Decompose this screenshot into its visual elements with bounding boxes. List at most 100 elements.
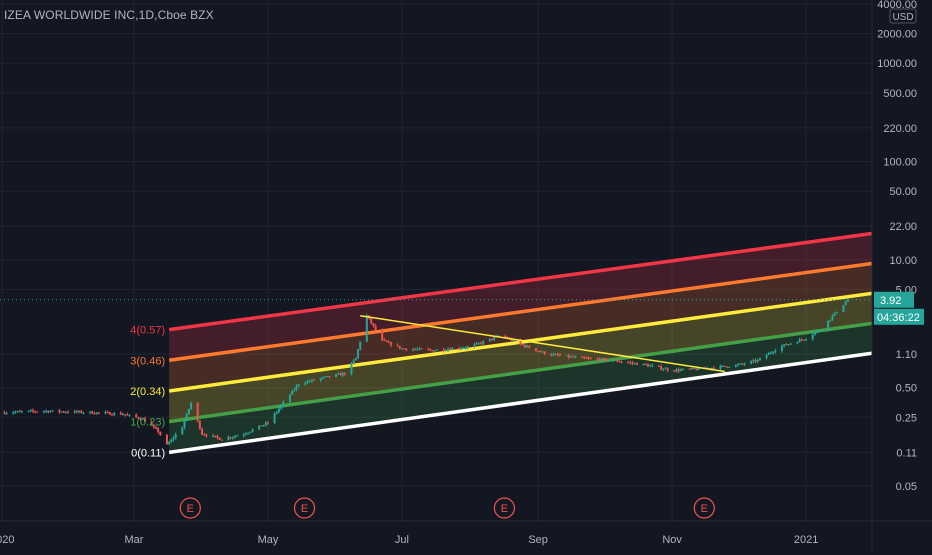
candle-body bbox=[829, 319, 832, 321]
candle-body bbox=[818, 330, 821, 332]
candle-body bbox=[813, 332, 816, 335]
candle-body bbox=[288, 394, 291, 402]
candle-body bbox=[359, 341, 362, 350]
candle-body bbox=[583, 357, 586, 359]
candle-body bbox=[629, 362, 632, 364]
candle-body bbox=[741, 363, 744, 365]
candle-body bbox=[693, 368, 696, 370]
candle-body bbox=[89, 411, 92, 413]
candle-body bbox=[183, 420, 186, 428]
currency-label: USD bbox=[892, 12, 913, 23]
candle-body bbox=[198, 420, 201, 429]
candle-body bbox=[550, 354, 553, 356]
candle-body bbox=[280, 405, 283, 409]
symbol-name[interactable]: IZEA WORLDWIDE INC bbox=[4, 8, 135, 22]
candle-body bbox=[62, 411, 65, 413]
candle-body bbox=[767, 353, 770, 356]
chart-area[interactable]: 4(0.57) 3(0.46) 2(0.34) 1(0.23) 0(0.11) E E E E… bbox=[0, 0, 932, 550]
candle-body bbox=[310, 379, 313, 382]
price-tick-label: 0.11 bbox=[896, 447, 917, 459]
candle-body bbox=[769, 352, 772, 354]
candle-body bbox=[565, 355, 568, 357]
candle-body bbox=[45, 410, 48, 412]
fib-level-label: 4(0.57) bbox=[130, 325, 165, 337]
candle-body bbox=[165, 435, 168, 445]
candle-body bbox=[31, 410, 34, 412]
candle-body bbox=[726, 366, 729, 368]
candle-body bbox=[264, 422, 267, 425]
fib-level-label: 0(0.11) bbox=[131, 447, 165, 459]
candle-body bbox=[295, 385, 298, 390]
candle-body bbox=[802, 339, 805, 341]
candle-body bbox=[64, 412, 67, 414]
candle-body bbox=[80, 410, 83, 413]
candle-body bbox=[218, 437, 221, 440]
candle-body bbox=[324, 376, 327, 378]
fib-level-label: 2(0.34) bbox=[130, 386, 165, 398]
candle-body bbox=[234, 436, 237, 438]
price-axis-bg bbox=[872, 0, 932, 550]
candle-body bbox=[411, 349, 414, 351]
candle-body bbox=[528, 345, 531, 349]
candle-body bbox=[396, 345, 399, 347]
candle-body bbox=[598, 358, 601, 361]
candle-body bbox=[750, 360, 753, 364]
candle-body bbox=[677, 369, 680, 371]
candle-body bbox=[190, 402, 193, 410]
candle-body bbox=[480, 343, 483, 345]
exchange-label: Cboe BZX bbox=[157, 8, 214, 22]
countdown-text: 04:36:22 bbox=[877, 312, 920, 324]
candle-body bbox=[787, 344, 790, 346]
candle-body bbox=[67, 412, 70, 414]
candle-body bbox=[534, 348, 537, 351]
candle-body bbox=[273, 413, 276, 423]
candle-body bbox=[447, 349, 450, 351]
candle-body bbox=[444, 350, 447, 352]
candle-body bbox=[108, 412, 111, 415]
candle-body bbox=[181, 427, 184, 435]
price-chart[interactable]: 4(0.57) 3(0.46) 2(0.34) 1(0.23) 0(0.11) E E E E… bbox=[0, 0, 932, 550]
price-tick-label: 22.00 bbox=[889, 221, 917, 233]
candle-body bbox=[789, 343, 792, 345]
time-tick-label: May bbox=[258, 534, 279, 546]
candle-body bbox=[657, 365, 660, 367]
fib-level-label: 1(0.23) bbox=[130, 417, 165, 429]
interval-label[interactable]: 1D bbox=[139, 8, 155, 22]
candle-body bbox=[14, 411, 17, 413]
candle-body bbox=[451, 348, 454, 350]
earnings-marker[interactable]: E bbox=[293, 497, 316, 519]
candle-body bbox=[275, 411, 278, 414]
candle-body bbox=[543, 351, 546, 355]
earnings-label: E bbox=[301, 503, 308, 515]
candle-body bbox=[559, 355, 562, 357]
earnings-marker[interactable]: E bbox=[179, 497, 201, 519]
candle-body bbox=[172, 437, 175, 440]
price-axis[interactable]: 4000.002000.001000.00500.00220.00100.005… bbox=[871, 0, 932, 550]
candle-body bbox=[774, 350, 777, 353]
earnings-marker[interactable]: E bbox=[493, 497, 516, 519]
time-axis[interactable]: 2020 Mar May Jul Sep Nov 2021 bbox=[0, 520, 932, 546]
time-tick-label: Mar bbox=[125, 534, 144, 546]
candle-body bbox=[236, 435, 239, 437]
candle-body bbox=[458, 348, 461, 350]
candle-body bbox=[633, 363, 636, 365]
candle-body bbox=[122, 414, 125, 416]
candle-body bbox=[844, 302, 847, 306]
candle-body bbox=[251, 429, 254, 432]
candle-body bbox=[664, 368, 667, 370]
candle-body bbox=[427, 348, 430, 350]
candle-body bbox=[635, 363, 638, 365]
candle-body bbox=[319, 378, 322, 381]
earnings-label: E bbox=[701, 503, 708, 515]
candle-body bbox=[249, 431, 252, 433]
candle-body bbox=[58, 410, 61, 412]
candle-body bbox=[570, 356, 573, 358]
candle-body bbox=[783, 344, 786, 347]
candle-body bbox=[488, 338, 491, 342]
earnings-markers[interactable]: EEEE bbox=[179, 497, 715, 519]
candle-body bbox=[649, 365, 652, 367]
candle-body bbox=[231, 437, 234, 439]
candle-body bbox=[126, 414, 129, 416]
candle-body bbox=[111, 414, 114, 416]
earnings-marker[interactable]: E bbox=[693, 497, 715, 519]
